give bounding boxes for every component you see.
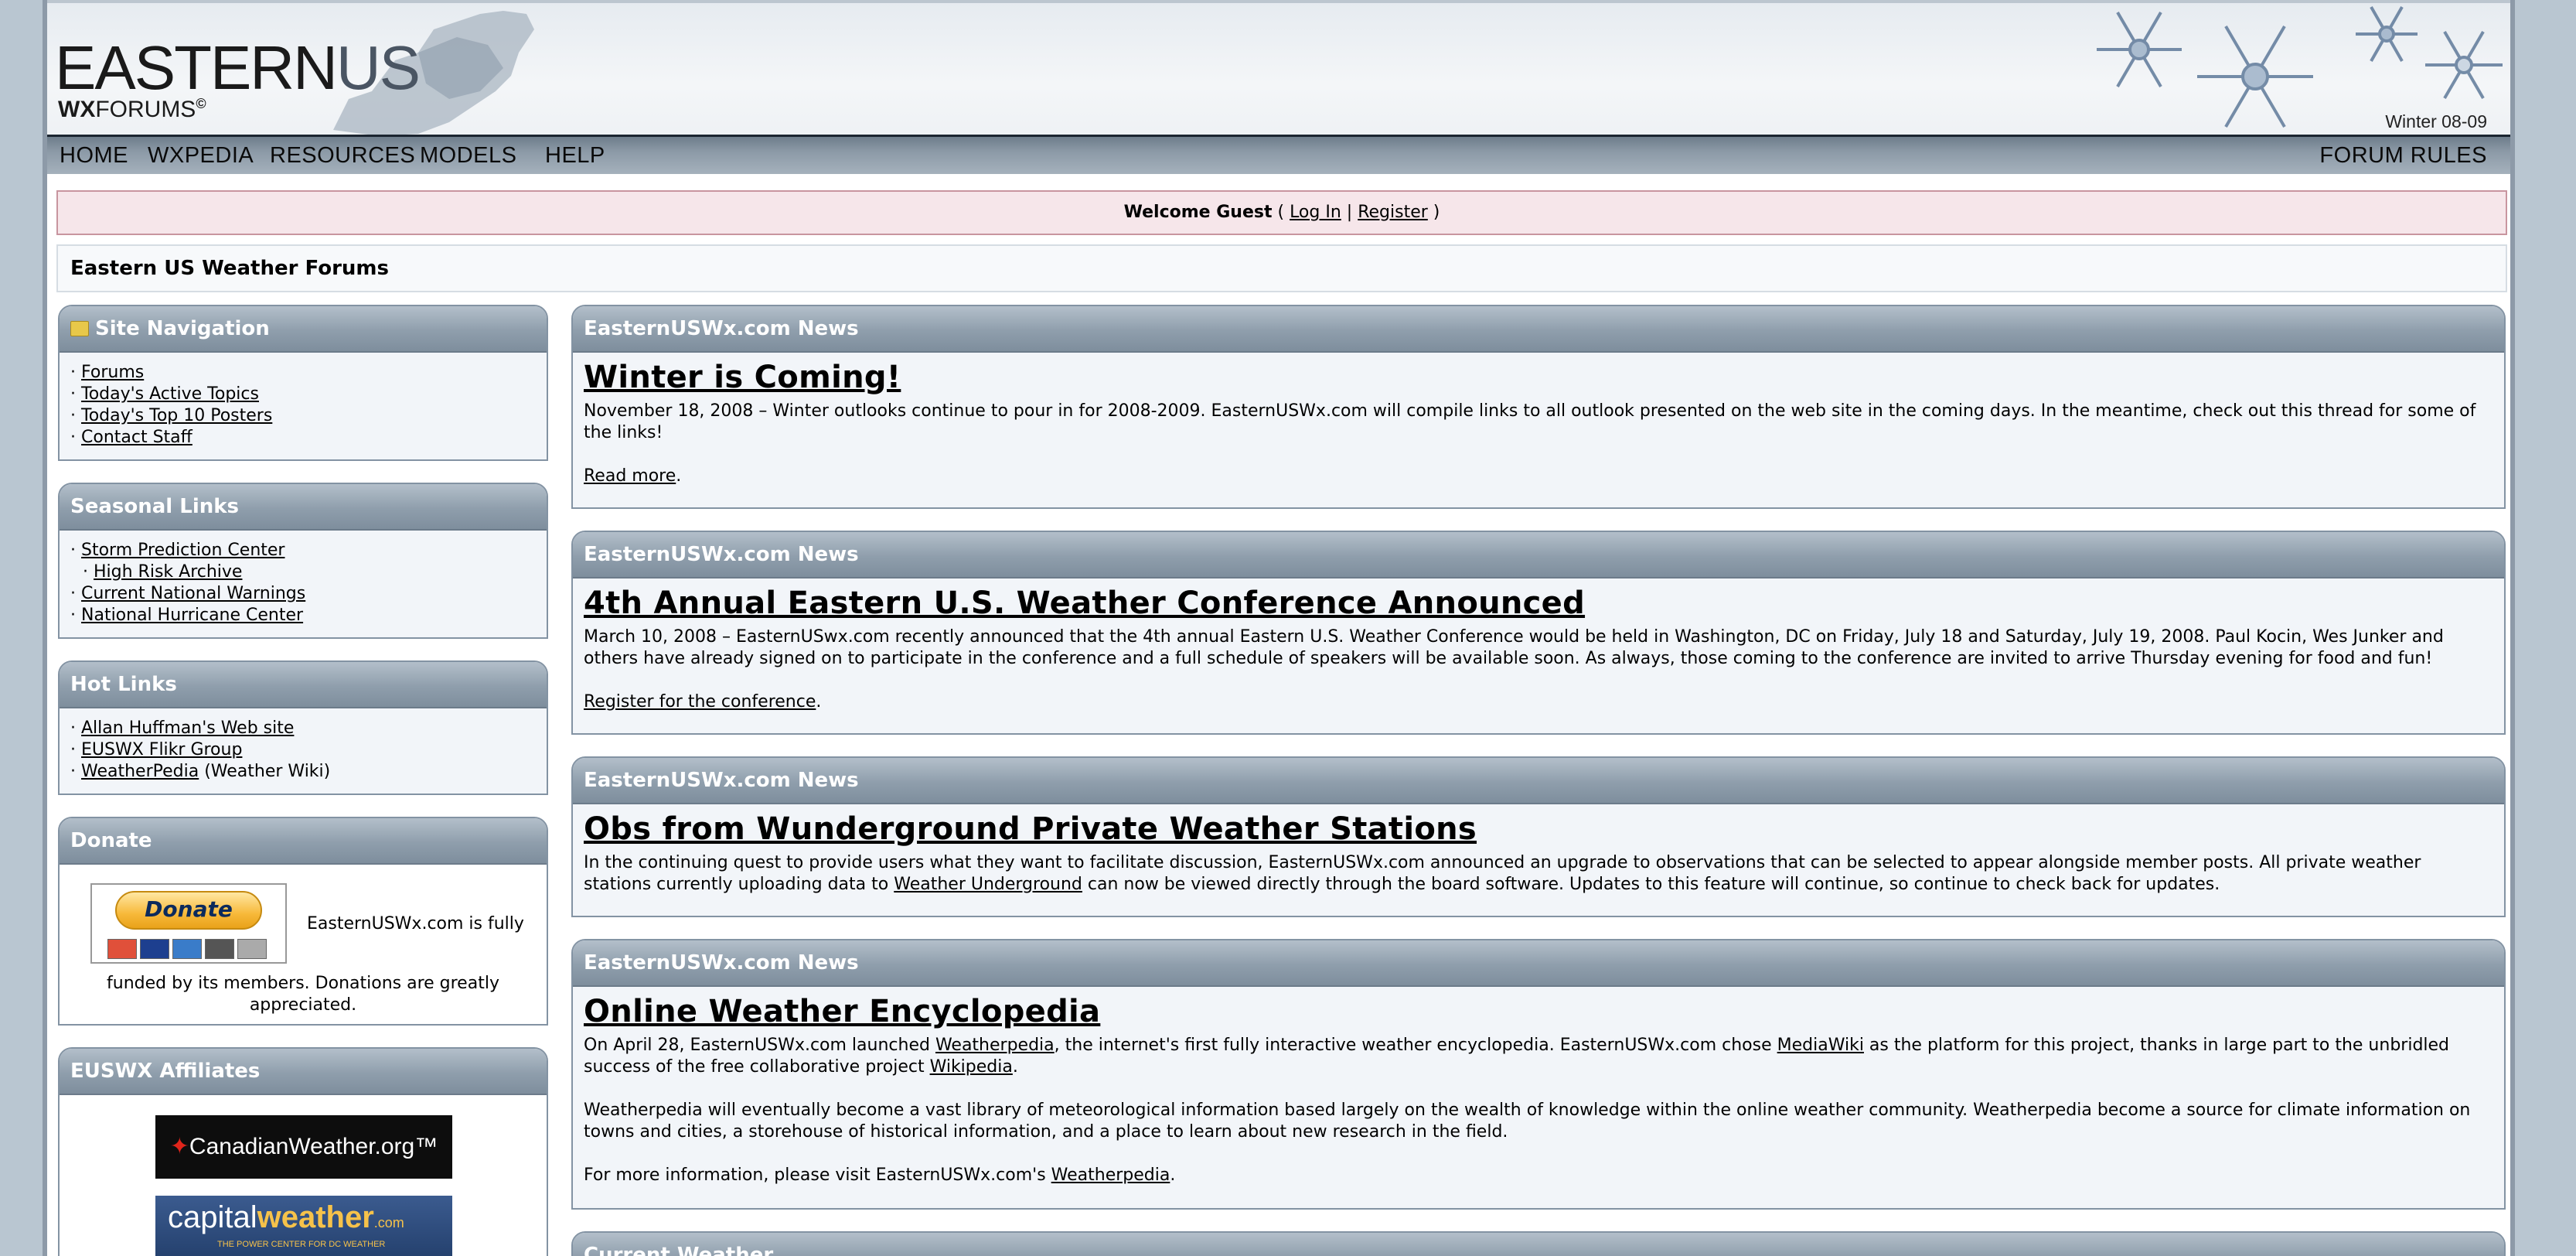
hot-links-panel: Hot Links · Allan Huffman's Web site · E… — [58, 660, 548, 795]
link-top-posters[interactable]: Today's Top 10 Posters — [81, 406, 272, 425]
link-high-risk-archive[interactable]: High Risk Archive — [94, 562, 242, 582]
link-storm-prediction-center[interactable]: Storm Prediction Center — [81, 541, 285, 560]
seasonal-links-panel: Seasonal Links · Storm Prediction Center… — [58, 483, 548, 639]
mastercard-icon — [107, 939, 137, 959]
news-title-link[interactable]: 4th Annual Eastern U.S. Weather Conferen… — [584, 588, 2493, 619]
main-nav-bar: HOME WXPEDIA RESOURCES MODELS HELP FORUM… — [47, 135, 2510, 174]
link-hurricane-center[interactable]: National Hurricane Center — [81, 606, 303, 625]
discover-icon — [205, 939, 234, 959]
news-body-2: Weatherpedia will eventually become a va… — [584, 1101, 2471, 1142]
weatherpedia-link[interactable]: Weatherpedia — [935, 1036, 1055, 1055]
season-label: Winter 08-09 — [2385, 111, 2487, 131]
weatherpedia-link-2[interactable]: Weatherpedia — [1051, 1166, 1170, 1185]
current-weather-panel: Current Weather — [571, 1231, 2506, 1256]
nav-help[interactable]: HELP — [545, 143, 605, 169]
wikipedia-link[interactable]: Wikipedia — [930, 1057, 1013, 1077]
folder-icon — [70, 321, 89, 336]
nav-models[interactable]: MODELS — [420, 143, 516, 169]
forum-title: Eastern US Weather Forums — [56, 244, 2507, 292]
logo-us: US — [336, 33, 421, 102]
register-conference-link[interactable]: Register for the conference — [584, 692, 816, 712]
affiliate-capitalweather[interactable]: capitalweather.com THE POWER CENTER FOR … — [155, 1196, 452, 1256]
register-link[interactable]: Register — [1358, 203, 1428, 222]
logo-wx: WX — [58, 97, 96, 122]
news-header: EasternUSWx.com News — [573, 532, 2504, 579]
donate-text-1: EasternUSWx.com is fully — [307, 914, 524, 933]
news-header: EasternUSWx.com News — [573, 940, 2504, 987]
news-title-link[interactable]: Online Weather Encyclopedia — [584, 996, 2493, 1027]
link-contact-staff[interactable]: Contact Staff — [81, 428, 193, 447]
logo-forums: FORUMS — [95, 97, 196, 122]
weather-underground-link[interactable]: Weather Underground — [894, 875, 1082, 894]
site-header: EASTERNUS WXFORUMS© Winter 08-09 — [47, 0, 2510, 139]
panel-title: Seasonal Links — [60, 484, 547, 531]
donate-text-3: appreciated. — [249, 995, 357, 1015]
donate-text-2: funded by its members. Donations are gre… — [107, 974, 499, 993]
news-header: Current Weather — [573, 1233, 2504, 1256]
logo-copyright: © — [196, 96, 206, 111]
link-forums[interactable]: Forums — [81, 363, 144, 382]
mediawiki-link[interactable]: MediaWiki — [1777, 1036, 1864, 1055]
news-header: EasternUSWx.com News — [573, 758, 2504, 804]
nav-home[interactable]: HOME — [60, 143, 128, 169]
panel-title: Hot Links — [60, 662, 547, 708]
news-body: November 18, 2008 – Winter outlooks cont… — [584, 401, 2476, 442]
news-body: On April 28, EasternUSWx.com launched We… — [584, 1036, 2450, 1077]
donate-panel: Donate Donate EasternUSWx.com is fully f… — [58, 817, 548, 1026]
maple-leaf-icon: ✦ — [169, 1134, 189, 1159]
welcome-bar: Welcome Guest ( Log In | Register ) — [56, 190, 2507, 235]
news-body: March 10, 2008 – EasternUSwx.com recentl… — [584, 627, 2444, 668]
link-allan-huffman[interactable]: Allan Huffman's Web site — [81, 718, 294, 738]
affiliates-panel: EUSWX Affiliates ✦CanadianWeather.org™ c… — [58, 1047, 548, 1256]
link-flikr-group[interactable]: EUSWX Flikr Group — [81, 740, 242, 759]
amex-icon — [172, 939, 202, 959]
affiliate-canadianweather[interactable]: ✦CanadianWeather.org™ — [155, 1115, 452, 1179]
donate-button[interactable]: Donate — [90, 883, 287, 964]
site-logo[interactable]: EASTERNUS WXFORUMS© — [55, 37, 421, 123]
panel-title: Donate — [60, 818, 547, 865]
welcome-text: Welcome Guest — [1123, 203, 1273, 222]
news-body-3: For more information, please visit Easte… — [584, 1166, 1176, 1185]
panel-title: Site Navigation — [95, 317, 270, 340]
panel-title: EUSWX Affiliates — [60, 1049, 547, 1095]
visa-icon — [140, 939, 169, 959]
weatherpedia-note: (Weather Wiki) — [204, 762, 331, 781]
nav-resources[interactable]: RESOURCES — [270, 143, 415, 169]
news-item-1: EasternUSWx.com News Winter is Coming! N… — [571, 305, 2506, 509]
nav-wxpedia[interactable]: WXPEDIA — [148, 143, 254, 169]
donate-button-label: Donate — [115, 891, 262, 930]
logo-eastern: EASTERN — [55, 33, 338, 102]
link-weatherpedia[interactable]: WeatherPedia — [81, 762, 199, 781]
news-title-link[interactable]: Obs from Wunderground Private Weather St… — [584, 814, 2493, 845]
news-item-2: EasternUSWx.com News 4th Annual Eastern … — [571, 531, 2506, 735]
nav-forum-rules[interactable]: FORUM RULES — [2319, 143, 2487, 169]
bank-icon — [237, 939, 267, 959]
news-header: EasternUSWx.com News — [573, 306, 2504, 353]
news-item-3: EasternUSWx.com News Obs from Wundergrou… — [571, 756, 2506, 917]
news-item-4: EasternUSWx.com News Online Weather Ency… — [571, 939, 2506, 1210]
link-active-topics[interactable]: Today's Active Topics — [81, 384, 259, 404]
login-link[interactable]: Log In — [1290, 203, 1341, 222]
read-more-link[interactable]: Read more — [584, 466, 676, 486]
link-national-warnings[interactable]: Current National Warnings — [81, 584, 305, 603]
site-navigation-panel: Site Navigation · Forums · Today's Activ… — [58, 305, 548, 461]
news-title-link[interactable]: Winter is Coming! — [584, 362, 2493, 393]
news-body: In the continuing quest to provide users… — [584, 853, 2421, 894]
page: EASTERNUS WXFORUMS© Winter 08-09 HOME WX… — [43, 0, 2515, 1256]
